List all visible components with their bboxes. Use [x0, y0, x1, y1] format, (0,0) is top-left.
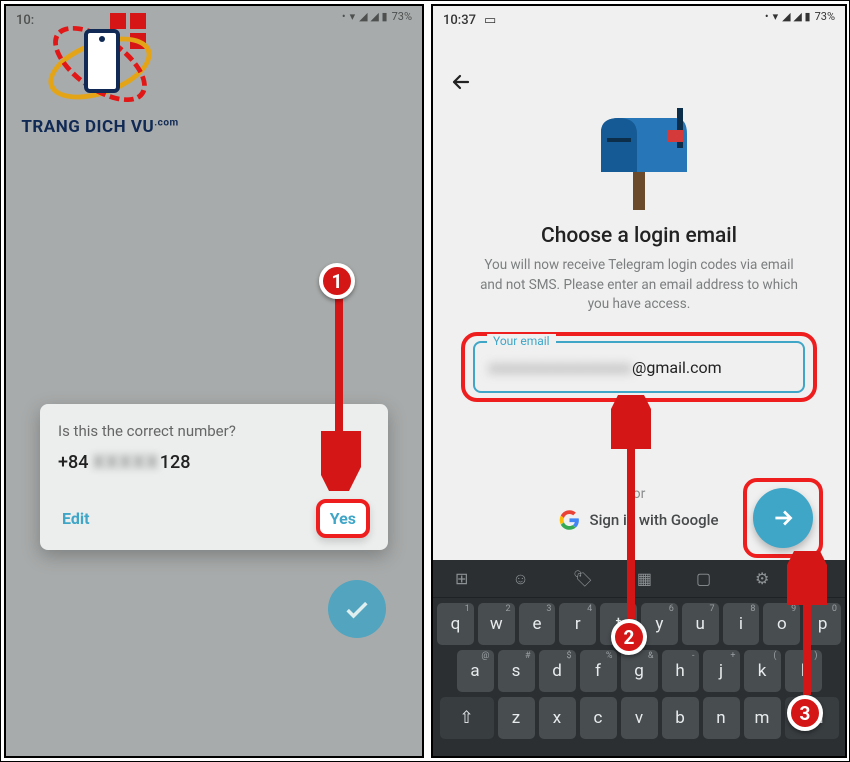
google-signin-label: Sign in with Google — [589, 511, 718, 529]
page-title: Choose a login email — [433, 224, 845, 248]
next-button[interactable] — [753, 488, 813, 548]
key[interactable]: b — [662, 697, 699, 739]
logo-graphic — [40, 7, 160, 117]
key[interactable]: x — [539, 697, 576, 739]
status-time: 10:37 — [443, 13, 476, 28]
status-bar: 10:37 ▭ • ▾ ◢ ◢ ▮ 73% — [433, 6, 845, 34]
email-input-highlight: Your email xxxxxxxxxxxxxxxx@gmail.com — [461, 332, 817, 402]
key[interactable]: v — [621, 697, 658, 739]
key[interactable]: @a — [457, 650, 494, 692]
annotation-badge-2: 2 — [611, 619, 647, 655]
shift-key[interactable]: ⇧ — [440, 697, 494, 739]
grid-icon[interactable]: ⊞ — [455, 569, 468, 588]
key[interactable]: 1q — [437, 603, 474, 645]
edit-button[interactable]: Edit — [58, 503, 94, 534]
key[interactable]: 8i — [723, 603, 760, 645]
google-icon — [559, 510, 579, 530]
key[interactable]: z — [498, 697, 535, 739]
status-icons: • ▾ ◢ ◢ ▮ 73% — [342, 10, 412, 23]
key[interactable]: %f — [580, 650, 617, 692]
key[interactable]: 2w — [478, 603, 515, 645]
key[interactable]: #s — [498, 650, 535, 692]
key[interactable]: 7u — [682, 603, 719, 645]
key[interactable]: 4r — [559, 603, 596, 645]
key[interactable]: c — [580, 697, 617, 739]
key[interactable]: (k — [744, 650, 781, 692]
key[interactable]: n — [703, 697, 740, 739]
status-icons: • ▾ ◢ ◢ ▮ 73% — [765, 10, 835, 23]
key[interactable]: 3e — [519, 603, 556, 645]
clipboard-icon[interactable]: ▢ — [696, 569, 711, 588]
mailbox-icon — [579, 100, 699, 220]
yes-button[interactable]: Yes — [316, 499, 370, 538]
annotation-arrow-3 — [787, 551, 827, 699]
sticker-icon[interactable]: 🏷 — [573, 569, 593, 588]
next-button-highlight — [743, 478, 823, 558]
input-label: Your email — [487, 334, 556, 348]
keyboard-row-3: ⇧ z x c v b n m ⌫ — [433, 692, 845, 739]
smile-icon[interactable]: ☺ — [512, 569, 528, 589]
back-button[interactable] — [449, 70, 473, 100]
confirm-fab[interactable] — [328, 580, 386, 638]
settings-icon[interactable]: ⚙ — [755, 569, 769, 588]
logo-text: TRANG DICH VU.com — [15, 117, 185, 137]
mailbox-illustration — [579, 100, 699, 224]
arrow-left-icon — [449, 70, 473, 94]
keyboard-row-2: @a#s$d%f&g-h+j(k)l — [433, 645, 845, 692]
key[interactable]: -h — [662, 650, 699, 692]
watermark-logo: TRANG DICH VU.com — [15, 7, 185, 137]
key[interactable]: m — [744, 697, 781, 739]
key[interactable]: &g — [621, 650, 658, 692]
email-field[interactable]: Your email xxxxxxxxxxxxxxxx@gmail.com — [473, 341, 805, 393]
annotation-arrow-1 — [321, 299, 361, 491]
annotation-arrow-2 — [611, 395, 651, 625]
key[interactable]: $d — [539, 650, 576, 692]
key[interactable]: +j — [703, 650, 740, 692]
check-icon — [343, 595, 371, 623]
annotation-badge-3: 3 — [787, 695, 823, 731]
arrow-right-icon — [770, 505, 796, 531]
page-subtitle: You will now receive Telegram login code… — [475, 256, 803, 315]
annotation-badge-1: 1 — [319, 263, 355, 299]
